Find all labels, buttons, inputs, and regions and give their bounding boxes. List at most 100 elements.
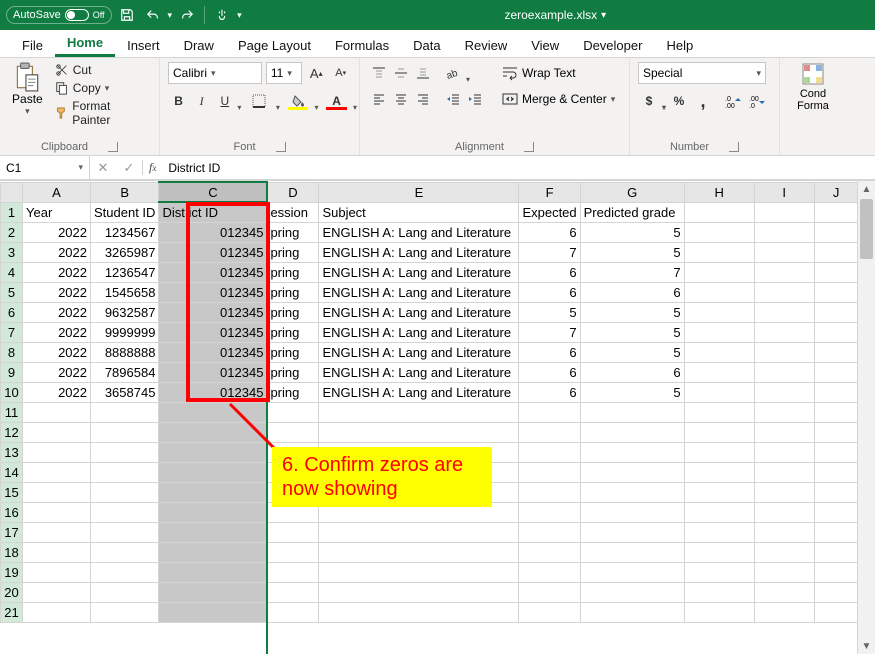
cell[interactable]: ENGLISH A: Lang and Literature — [319, 282, 519, 302]
cell[interactable]: 1545658 — [91, 282, 159, 302]
cell[interactable] — [814, 522, 858, 542]
cell[interactable]: 2022 — [23, 282, 91, 302]
cell[interactable] — [684, 382, 754, 402]
cell[interactable] — [754, 202, 814, 222]
increase-decimal-icon[interactable]: .0.00 — [722, 90, 744, 112]
cell[interactable] — [91, 542, 159, 562]
cell[interactable] — [267, 542, 319, 562]
row-header-21[interactable]: 21 — [1, 602, 23, 622]
align-left-icon[interactable] — [368, 88, 390, 110]
cell[interactable]: ENGLISH A: Lang and Literature — [319, 382, 519, 402]
cell[interactable] — [267, 602, 319, 622]
cell[interactable] — [319, 522, 519, 542]
row-header-6[interactable]: 6 — [1, 302, 23, 322]
cell[interactable] — [91, 602, 159, 622]
cell[interactable] — [814, 242, 858, 262]
cell[interactable]: pring — [267, 282, 319, 302]
clipboard-dialog-launcher[interactable] — [108, 142, 118, 152]
cell[interactable]: 6 — [580, 282, 684, 302]
format-painter-button[interactable]: Format Painter — [53, 98, 151, 128]
col-header-E[interactable]: E — [319, 182, 519, 202]
cell[interactable]: ENGLISH A: Lang and Literature — [319, 262, 519, 282]
cell[interactable] — [580, 522, 684, 542]
tab-view[interactable]: View — [519, 32, 571, 57]
row-header-10[interactable]: 10 — [1, 382, 23, 402]
col-header-C[interactable]: C — [159, 182, 267, 202]
cell[interactable] — [159, 442, 267, 462]
row-header-18[interactable]: 18 — [1, 542, 23, 562]
formula-input[interactable]: District ID — [162, 161, 875, 175]
cell[interactable]: 012345 — [159, 382, 267, 402]
cell[interactable] — [814, 502, 858, 522]
cell[interactable]: 6 — [519, 382, 580, 402]
row-header-9[interactable]: 9 — [1, 362, 23, 382]
cell[interactable] — [814, 302, 858, 322]
cell[interactable]: Dist ict ID — [159, 202, 267, 222]
cell[interactable] — [91, 562, 159, 582]
cell[interactable] — [159, 602, 267, 622]
cell[interactable]: 6 — [519, 222, 580, 242]
cell[interactable]: Year — [23, 202, 91, 222]
cell[interactable] — [23, 522, 91, 542]
cell[interactable] — [23, 582, 91, 602]
cell[interactable]: 012345 — [159, 242, 267, 262]
cell[interactable]: Student ID — [91, 202, 159, 222]
cell[interactable] — [23, 402, 91, 422]
cell[interactable] — [754, 482, 814, 502]
cell[interactable]: 9999999 — [91, 322, 159, 342]
row-header-2[interactable]: 2 — [1, 222, 23, 242]
cell[interactable] — [91, 422, 159, 442]
row-header-15[interactable]: 15 — [1, 482, 23, 502]
cell[interactable]: Subject — [319, 202, 519, 222]
row-header-4[interactable]: 4 — [1, 262, 23, 282]
cell[interactable] — [319, 422, 519, 442]
cell[interactable]: pring — [267, 342, 319, 362]
cell[interactable] — [684, 542, 754, 562]
cell[interactable]: Expected — [519, 202, 580, 222]
cell[interactable] — [23, 482, 91, 502]
cell[interactable] — [519, 402, 580, 422]
cell[interactable]: 5 — [519, 302, 580, 322]
cell[interactable] — [814, 422, 858, 442]
tab-developer[interactable]: Developer — [571, 32, 654, 57]
col-header-J[interactable]: J — [814, 182, 858, 202]
cell[interactable]: 012345 — [159, 222, 267, 242]
bold-button[interactable]: B — [168, 90, 189, 112]
cell[interactable]: ENGLISH A: Lang and Literature — [319, 362, 519, 382]
cell[interactable]: 7 — [519, 322, 580, 342]
cell[interactable] — [814, 362, 858, 382]
decrease-font-icon[interactable]: A▾ — [330, 62, 351, 84]
cell[interactable]: 2022 — [23, 362, 91, 382]
cell[interactable]: 5 — [580, 302, 684, 322]
cell[interactable] — [319, 582, 519, 602]
cell[interactable] — [754, 362, 814, 382]
cell[interactable] — [814, 222, 858, 242]
col-header-H[interactable]: H — [684, 182, 754, 202]
cell[interactable]: 2022 — [23, 322, 91, 342]
undo-dropdown[interactable]: ▾ — [168, 10, 173, 21]
font-name-combo[interactable]: Calibri▾ — [168, 62, 262, 84]
tab-page-layout[interactable]: Page Layout — [226, 32, 323, 57]
cell[interactable] — [754, 222, 814, 242]
cell[interactable]: 2022 — [23, 222, 91, 242]
cell[interactable] — [754, 242, 814, 262]
align-center-icon[interactable] — [390, 88, 412, 110]
alignment-dialog-launcher[interactable] — [524, 142, 534, 152]
align-middle-icon[interactable] — [390, 62, 412, 84]
touch-mode-icon[interactable] — [211, 4, 233, 26]
percent-format-button[interactable]: % — [668, 90, 690, 112]
cell[interactable] — [580, 582, 684, 602]
cell[interactable] — [684, 202, 754, 222]
cell[interactable] — [814, 442, 858, 462]
cell[interactable]: 2022 — [23, 262, 91, 282]
cell[interactable] — [159, 562, 267, 582]
name-box[interactable]: C1▾ — [0, 156, 90, 179]
increase-font-icon[interactable]: A▴ — [306, 62, 327, 84]
cell[interactable]: 5 — [580, 242, 684, 262]
font-dialog-launcher[interactable] — [276, 142, 286, 152]
cell[interactable] — [684, 402, 754, 422]
col-header-I[interactable]: I — [754, 182, 814, 202]
cell[interactable] — [684, 342, 754, 362]
cell[interactable] — [814, 542, 858, 562]
tab-data[interactable]: Data — [401, 32, 452, 57]
